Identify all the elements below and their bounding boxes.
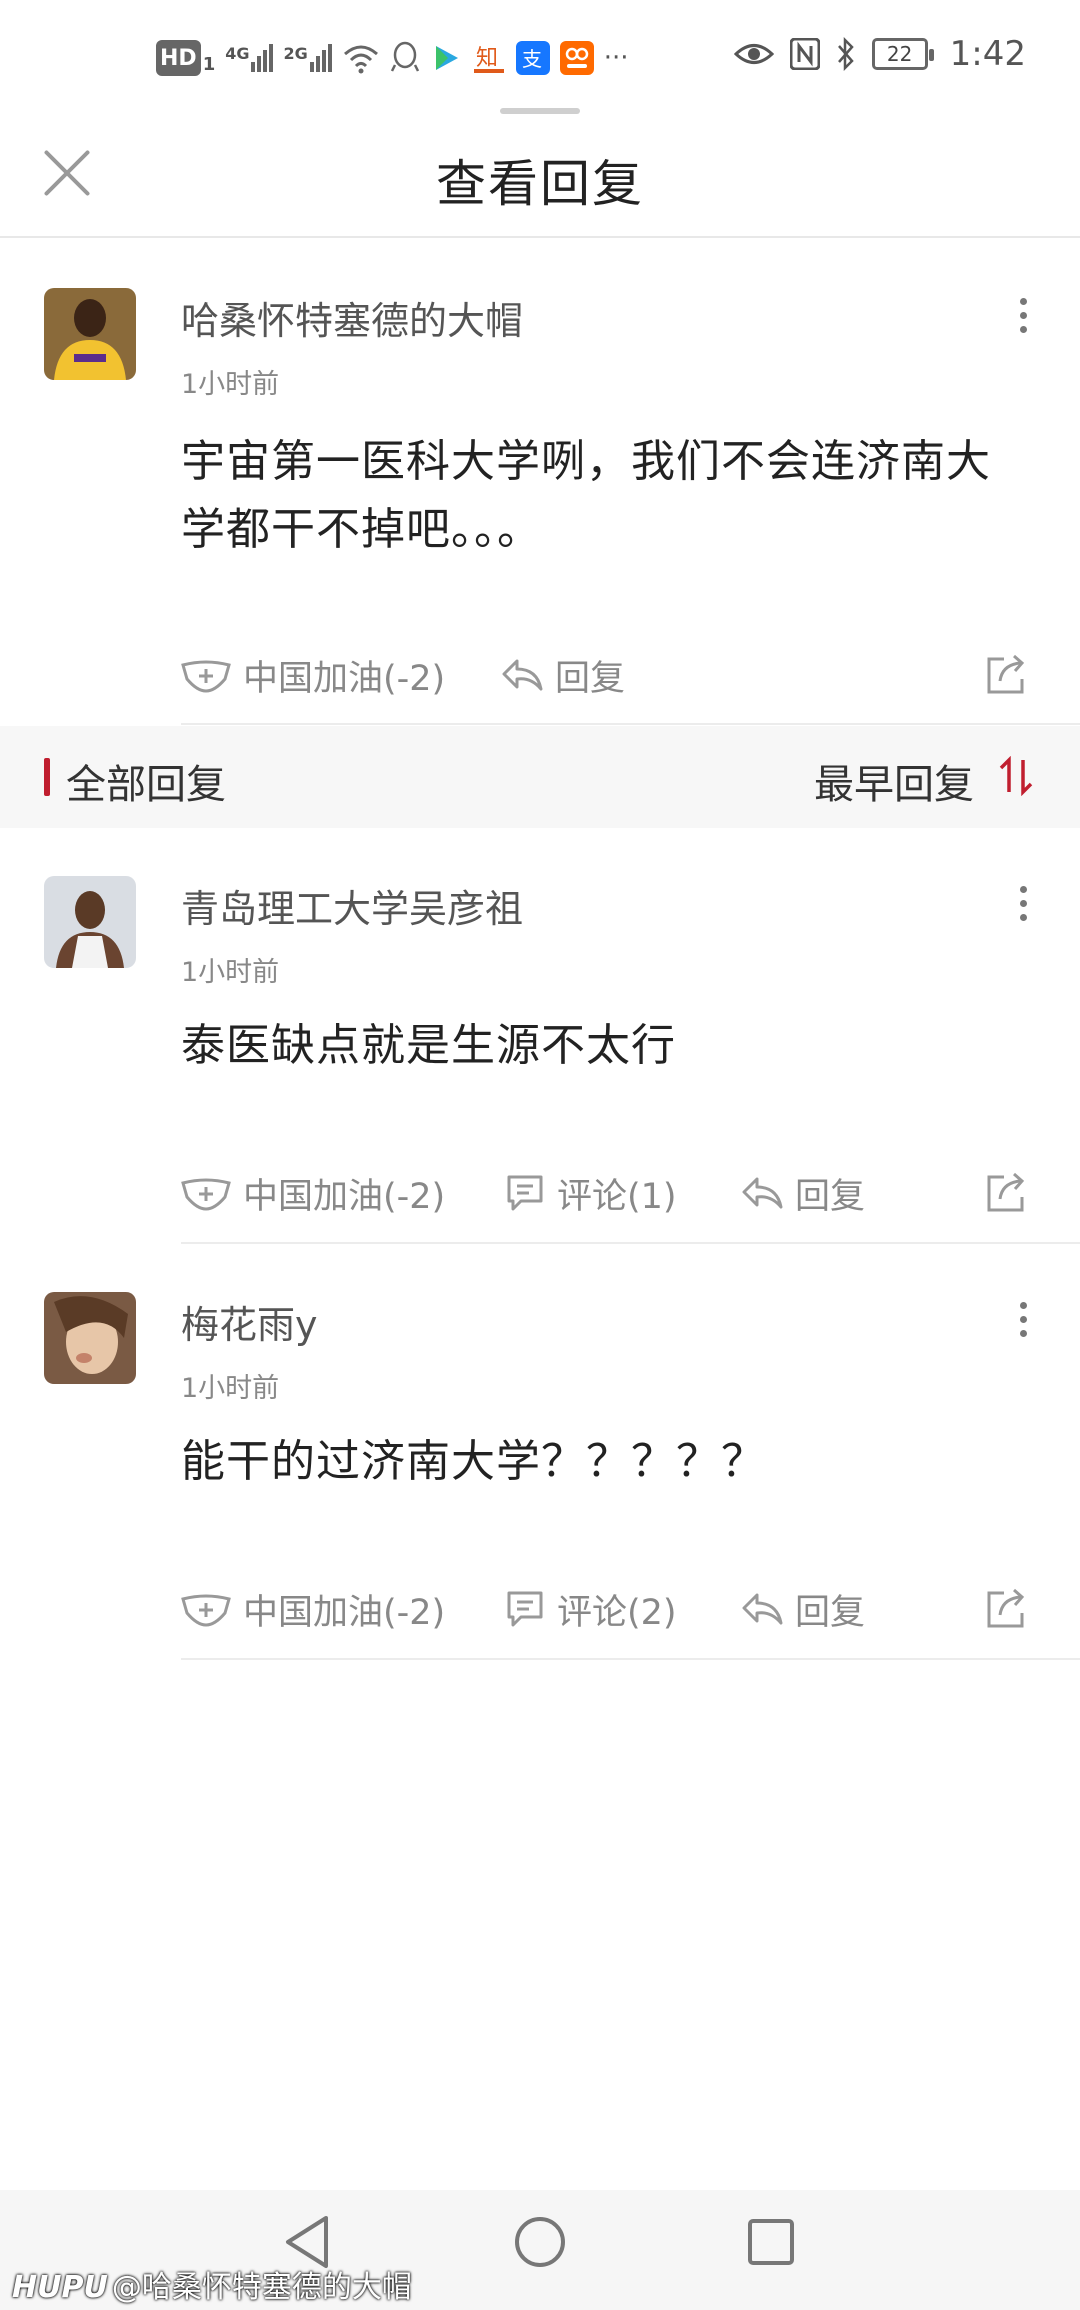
- qq-icon: [390, 41, 419, 72]
- eye-icon: [733, 44, 774, 64]
- comment-text: 泰医缺点就是生源不太行: [181, 1020, 676, 1071]
- username[interactable]: 哈桑怀特塞德的大帽: [181, 290, 523, 345]
- signal-icon-2: 2G: [283, 44, 332, 72]
- network-type-1: 4G: [225, 44, 250, 63]
- nfc-icon: [789, 38, 820, 70]
- reply-icon: [742, 1593, 783, 1625]
- bluetooth-icon: [837, 37, 854, 71]
- hd-badge: HD: [156, 40, 201, 76]
- watermark-brand: HUPU: [12, 2270, 108, 2305]
- divider: [181, 1658, 1080, 1660]
- share-icon[interactable]: [984, 651, 1030, 697]
- reply-label: 回复: [795, 1176, 866, 1217]
- avatar-image: [44, 288, 136, 380]
- like-label: 中国加油(-2): [243, 1176, 446, 1217]
- reply-label: 回复: [795, 1592, 866, 1633]
- watermark: HUPU @哈桑怀特塞德的大帽: [12, 2262, 412, 2306]
- comment-icon: [507, 1591, 543, 1627]
- reply-actions: 中国加油(-2) 评论(2) 回复: [181, 1579, 1080, 1639]
- comment-text: 宇宙第一医科大学咧，我们不会连济南大学都干不掉吧。。。: [181, 436, 991, 555]
- taobao-icon: [559, 41, 594, 75]
- like-label: 中国加油(-2): [243, 658, 446, 699]
- reply-label: 回复: [555, 658, 626, 699]
- battery-icon: 22: [871, 38, 934, 70]
- comment-label: 评论(1): [557, 1176, 677, 1217]
- comment-actions: 中国加油(-2) 回复: [181, 645, 1080, 705]
- section-accent: [44, 758, 50, 796]
- timestamp: 1小时前: [181, 1373, 280, 1404]
- home-icon[interactable]: [514, 2212, 566, 2272]
- reply-button[interactable]: 回复: [501, 645, 625, 705]
- wifi-icon: [343, 45, 378, 74]
- reply-button[interactable]: 回复: [741, 1163, 865, 1223]
- watermark-handle: @哈桑怀特塞德的大帽: [111, 2270, 412, 2305]
- username[interactable]: 青岛理工大学吴彦祖: [181, 878, 523, 933]
- section-title: 全部回复: [66, 762, 226, 808]
- page-title: 查看回复: [436, 155, 644, 213]
- network-type-2: 2G: [283, 44, 308, 63]
- mask-icon: [181, 1178, 231, 1211]
- comment-button[interactable]: 评论(1): [505, 1163, 677, 1223]
- svg-text:知: 知: [476, 46, 498, 71]
- more-options-icon[interactable]: [1018, 298, 1028, 333]
- more-notifications: ···: [603, 43, 629, 73]
- avatar[interactable]: [44, 1292, 136, 1384]
- reply-button[interactable]: 回复: [741, 1579, 865, 1639]
- mask-icon: [181, 1594, 231, 1627]
- more-options-icon[interactable]: [1018, 886, 1028, 921]
- recents-icon[interactable]: [746, 2212, 796, 2272]
- divider: [181, 723, 1080, 725]
- status-right: 22 1:42: [733, 34, 1026, 74]
- status-left: HD 1 4G 2G 知 支 ···: [156, 40, 629, 76]
- drag-handle[interactable]: [500, 108, 580, 114]
- avatar[interactable]: [44, 288, 136, 380]
- reply-icon: [502, 659, 543, 691]
- like-label: 中国加油(-2): [243, 1592, 446, 1633]
- clock: 1:42: [949, 34, 1026, 74]
- reply-actions: 中国加油(-2) 评论(1) 回复: [181, 1163, 1080, 1223]
- video-app-icon: [435, 46, 458, 70]
- alipay-icon: 支: [515, 41, 550, 75]
- svg-text:支: 支: [522, 47, 542, 71]
- avatar-image: [44, 876, 136, 968]
- zhihu-icon: 知: [473, 46, 504, 73]
- avatar[interactable]: [44, 876, 136, 968]
- reply-icon: [742, 1177, 783, 1209]
- share-icon[interactable]: [984, 1585, 1030, 1631]
- like-button[interactable]: 中国加油(-2): [181, 645, 445, 705]
- sim-index: 1: [202, 53, 216, 75]
- sort-icon[interactable]: [998, 756, 1034, 796]
- system-navigation-bar: HUPU @哈桑怀特塞德的大帽: [0, 2190, 1080, 2310]
- like-button[interactable]: 中国加油(-2): [181, 1579, 445, 1639]
- header: 查看回复: [0, 118, 1080, 238]
- mask-icon: [181, 660, 231, 693]
- avatar-image: [44, 1292, 136, 1384]
- section-header: 全部回复 最早回复: [0, 726, 1080, 828]
- comment-label: 评论(2): [557, 1592, 677, 1633]
- divider: [181, 1242, 1080, 1244]
- username[interactable]: 梅花雨y: [181, 1294, 318, 1349]
- more-options-icon[interactable]: [1018, 1302, 1028, 1337]
- status-bar: HD 1 4G 2G 知 支 ··· 22 1:42: [0, 0, 1080, 110]
- comment-button[interactable]: 评论(2): [505, 1579, 677, 1639]
- sort-button[interactable]: 最早回复: [814, 752, 974, 810]
- share-icon[interactable]: [984, 1169, 1030, 1215]
- signal-icon: 4G: [225, 44, 274, 72]
- comment-icon: [507, 1175, 543, 1211]
- comment-text: 能干的过济南大学？？？？？: [181, 1436, 766, 1487]
- timestamp: 1小时前: [181, 369, 280, 400]
- like-button[interactable]: 中国加油(-2): [181, 1163, 445, 1223]
- timestamp: 1小时前: [181, 957, 280, 988]
